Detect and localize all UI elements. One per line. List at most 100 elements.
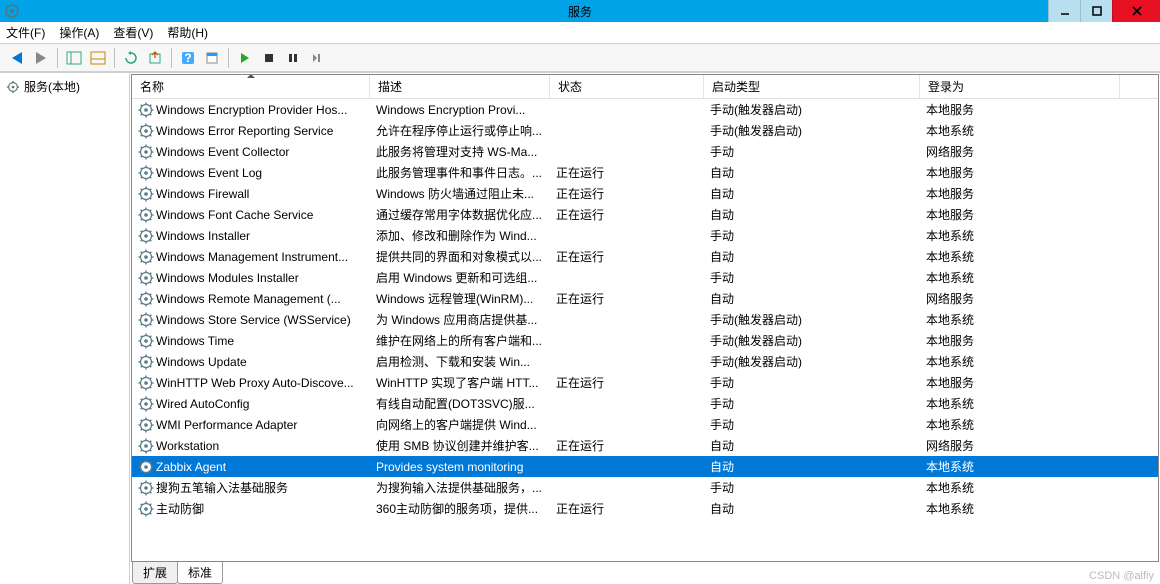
- service-row[interactable]: Windows Installer添加、修改和删除作为 Wind...手动本地系…: [132, 225, 1158, 246]
- service-row[interactable]: WinHTTP Web Proxy Auto-Discove...WinHTTP…: [132, 372, 1158, 393]
- show-hide-tree-button[interactable]: [63, 47, 85, 69]
- list-pane: 名称 描述 状态 启动类型 登录为 Windows Encryption Pro…: [130, 73, 1160, 584]
- service-row[interactable]: Windows Font Cache Service通过缓存常用字体数据优化应.…: [132, 204, 1158, 225]
- service-logon-as: 网络服务: [920, 290, 1120, 307]
- service-row[interactable]: Windows Error Reporting Service允许在程序停止运行…: [132, 120, 1158, 141]
- service-name: 主动防御: [156, 500, 204, 517]
- service-name: Windows Modules Installer: [156, 271, 299, 285]
- column-header-startup-type[interactable]: 启动类型: [704, 75, 920, 98]
- service-row[interactable]: Windows FirewallWindows 防火墙通过阻止未...正在运行自…: [132, 183, 1158, 204]
- service-name: Windows Encryption Provider Hos...: [156, 103, 347, 117]
- service-row[interactable]: Workstation使用 SMB 协议创建并维护客...正在运行自动网络服务: [132, 435, 1158, 456]
- show-hide-console-button[interactable]: [87, 47, 109, 69]
- menu-bar: 文件(F) 操作(A) 查看(V) 帮助(H): [0, 22, 1160, 44]
- service-name: Windows Event Collector: [156, 145, 289, 159]
- service-status: 正在运行: [550, 248, 704, 265]
- tree-item-services-local[interactable]: 服务(本地): [2, 77, 127, 96]
- nav-forward-button[interactable]: [30, 47, 52, 69]
- service-startup-type: 自动: [704, 206, 920, 223]
- menu-view[interactable]: 查看(V): [113, 24, 153, 41]
- column-header-name[interactable]: 名称: [132, 75, 370, 98]
- tab-extended[interactable]: 扩展: [132, 562, 178, 584]
- column-header-status[interactable]: 状态: [550, 75, 704, 98]
- service-description: 为搜狗输入法提供基础服务，...: [370, 479, 550, 496]
- menu-file[interactable]: 文件(F): [6, 24, 45, 41]
- gear-icon: [138, 375, 154, 391]
- service-logon-as: 本地服务: [920, 332, 1120, 349]
- service-row[interactable]: Windows Encryption Provider Hos...Window…: [132, 99, 1158, 120]
- service-startup-type: 手动(触发器启动): [704, 332, 920, 349]
- service-startup-type: 自动: [704, 500, 920, 517]
- main-area: 服务(本地) 名称 描述 状态 启动类型 登录为 Windows Encrypt…: [0, 72, 1160, 584]
- restart-service-button[interactable]: [306, 47, 328, 69]
- gear-icon: [6, 80, 20, 94]
- start-service-button[interactable]: [234, 47, 256, 69]
- service-logon-as: 本地服务: [920, 164, 1120, 181]
- service-description: WinHTTP 实现了客户端 HTT...: [370, 374, 550, 391]
- service-startup-type: 手动(触发器启动): [704, 122, 920, 139]
- sort-indicator-icon: [247, 74, 255, 78]
- gear-icon: [138, 501, 154, 517]
- gear-icon: [138, 207, 154, 223]
- menu-action[interactable]: 操作(A): [59, 24, 99, 41]
- tab-standard[interactable]: 标准: [177, 562, 223, 584]
- column-header-logon-as[interactable]: 登录为: [920, 75, 1120, 98]
- service-row[interactable]: WMI Performance Adapter向网络上的客户端提供 Wind..…: [132, 414, 1158, 435]
- service-row[interactable]: 搜狗五笔输入法基础服务 为搜狗输入法提供基础服务，... 手动本地系统: [132, 477, 1158, 498]
- service-logon-as: 本地系统: [920, 500, 1120, 517]
- service-description: 此服务管理事件和事件日志。...: [370, 164, 550, 181]
- pause-service-button[interactable]: [282, 47, 304, 69]
- service-row[interactable]: Windows Store Service (WSService)为 Windo…: [132, 309, 1158, 330]
- service-logon-as: 网络服务: [920, 437, 1120, 454]
- service-row[interactable]: Windows Remote Management (...Windows 远程…: [132, 288, 1158, 309]
- service-row[interactable]: Windows Time维护在网络上的所有客户端和...手动(触发器启动)本地服…: [132, 330, 1158, 351]
- service-row[interactable]: Windows Management Instrument...提供共同的界面和…: [132, 246, 1158, 267]
- service-startup-type: 手动(触发器启动): [704, 101, 920, 118]
- minimize-button[interactable]: [1048, 0, 1080, 22]
- gear-icon: [138, 333, 154, 349]
- service-description: 维护在网络上的所有客户端和...: [370, 332, 550, 349]
- gear-icon: [138, 396, 154, 412]
- service-row[interactable]: Windows Update启用检测、下载和安装 Win...手动(触发器启动)…: [132, 351, 1158, 372]
- refresh-button[interactable]: [120, 47, 142, 69]
- service-startup-type: 手动: [704, 479, 920, 496]
- service-status: 正在运行: [550, 290, 704, 307]
- service-row[interactable]: Windows Modules Installer 启用 Windows 更新和可…: [132, 267, 1158, 288]
- service-description: Windows 防火墙通过阻止未...: [370, 185, 550, 202]
- service-status: 正在运行: [550, 500, 704, 517]
- gear-icon: [138, 186, 154, 202]
- gear-icon: [138, 270, 154, 286]
- maximize-button[interactable]: [1080, 0, 1112, 22]
- properties-button[interactable]: [201, 47, 223, 69]
- gear-icon: [138, 144, 154, 160]
- close-button[interactable]: [1112, 0, 1160, 22]
- services-app-icon: [4, 3, 20, 19]
- service-description: 向网络上的客户端提供 Wind...: [370, 416, 550, 433]
- help-button[interactable]: ?: [177, 47, 199, 69]
- service-logon-as: 本地系统: [920, 479, 1120, 496]
- gear-icon: [138, 123, 154, 139]
- service-row[interactable]: Wired AutoConfig有线自动配置(DOT3SVC)服...手动本地系…: [132, 393, 1158, 414]
- service-row[interactable]: Windows Event Collector此服务将管理对支持 WS-Ma..…: [132, 141, 1158, 162]
- gear-icon: [138, 249, 154, 265]
- service-logon-as: 本地系统: [920, 227, 1120, 244]
- service-startup-type: 自动: [704, 185, 920, 202]
- service-description: 通过缓存常用字体数据优化应...: [370, 206, 550, 223]
- stop-service-button[interactable]: [258, 47, 280, 69]
- service-description: 启用 Windows 更新和可选组...: [370, 269, 550, 286]
- services-list[interactable]: 名称 描述 状态 启动类型 登录为 Windows Encryption Pro…: [131, 74, 1159, 562]
- service-logon-as: 本地系统: [920, 269, 1120, 286]
- service-name: Windows Event Log: [156, 166, 262, 180]
- service-logon-as: 本地系统: [920, 311, 1120, 328]
- nav-back-button[interactable]: [6, 47, 28, 69]
- service-startup-type: 手动: [704, 143, 920, 160]
- service-row[interactable]: 主动防御360主动防御的服务项，提供...正在运行自动本地系统: [132, 498, 1158, 519]
- service-name: 搜狗五笔输入法基础服务: [156, 479, 288, 496]
- menu-help[interactable]: 帮助(H): [167, 24, 208, 41]
- service-row[interactable]: Windows Event Log此服务管理事件和事件日志。...正在运行自动本…: [132, 162, 1158, 183]
- gear-icon: [138, 165, 154, 181]
- service-logon-as: 本地服务: [920, 206, 1120, 223]
- column-header-description[interactable]: 描述: [370, 75, 550, 98]
- export-button[interactable]: [144, 47, 166, 69]
- service-row[interactable]: Zabbix AgentProvides system monitoring自动…: [132, 456, 1158, 477]
